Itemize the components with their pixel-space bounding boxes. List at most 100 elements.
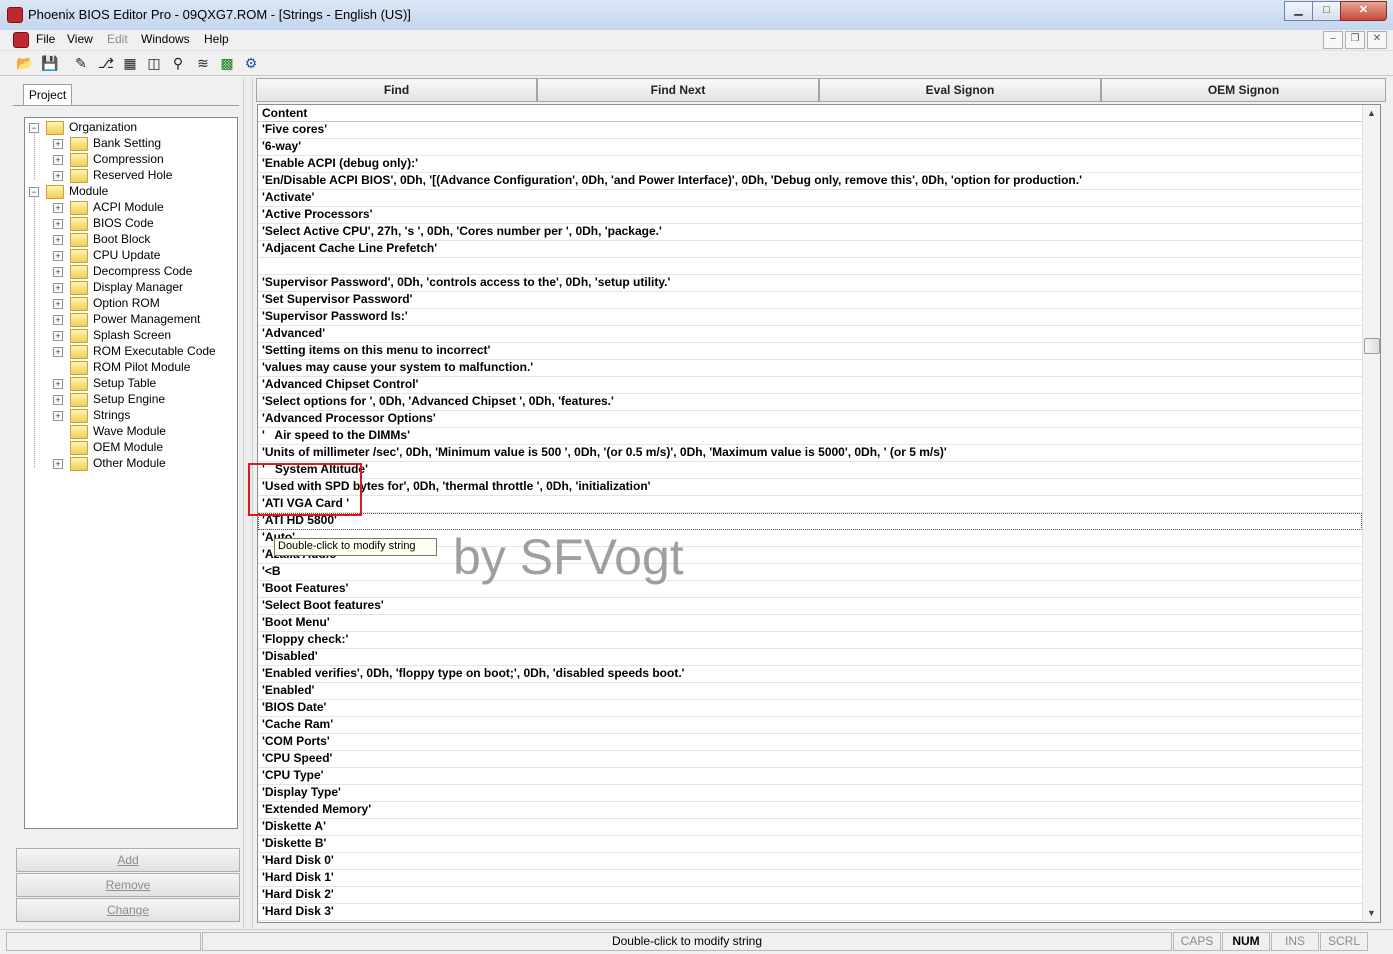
find-button[interactable]: Find	[256, 78, 537, 102]
string-row[interactable]: 'Advanced'	[258, 326, 1362, 343]
string-row[interactable]: 'ATI HD 5800'	[258, 513, 1362, 530]
expand-icon[interactable]: +	[53, 379, 63, 389]
string-row[interactable]: 'Boot Features'	[258, 581, 1362, 598]
document-icon[interactable]	[13, 32, 29, 48]
find-next-button[interactable]: Find Next	[537, 78, 819, 102]
string-row[interactable]: 'Five cores'	[258, 122, 1362, 139]
change-button[interactable]: Change	[16, 898, 240, 922]
remove-button[interactable]: Remove	[16, 873, 240, 897]
module-icon[interactable]: ▦	[120, 53, 140, 73]
menu-windows[interactable]: Windows	[141, 32, 190, 46]
string-row[interactable]: 'BIOS Date'	[258, 700, 1362, 717]
string-row[interactable]: 'Supervisor Password Is:'	[258, 309, 1362, 326]
expand-icon[interactable]: +	[53, 347, 63, 357]
split-panel-icon[interactable]: ◫	[144, 53, 164, 73]
expand-icon[interactable]: +	[53, 315, 63, 325]
string-row[interactable]: '6-way'	[258, 139, 1362, 156]
expand-icon[interactable]: +	[53, 299, 63, 309]
string-row[interactable]: 'Select Boot features'	[258, 598, 1362, 615]
app-icon[interactable]	[7, 7, 23, 23]
string-row[interactable]: '<B	[258, 564, 1362, 581]
string-row[interactable]: 'En/Disable ACPI BIOS', 0Dh, '[(Advance …	[258, 173, 1362, 190]
string-row[interactable]: ' Air speed to the DIMMs'	[258, 428, 1362, 445]
minimize-button[interactable]: ▁	[1284, 1, 1313, 21]
tab-project[interactable]: Project	[23, 84, 72, 106]
expand-icon[interactable]: +	[53, 267, 63, 277]
string-row[interactable]: 'Boot Menu'	[258, 615, 1362, 632]
string-row[interactable]: 'Advanced Chipset Control'	[258, 377, 1362, 394]
tree-structure-icon[interactable]: ⎇	[96, 53, 116, 73]
string-row[interactable]: 'Select Active CPU', 27h, 's ', 0Dh, 'Co…	[258, 224, 1362, 241]
save-icon[interactable]: 💾	[40, 53, 60, 73]
expand-icon[interactable]: +	[53, 283, 63, 293]
expand-icon[interactable]: +	[53, 219, 63, 229]
oem-signon-button[interactable]: OEM Signon	[1101, 78, 1386, 102]
string-row[interactable]: 'Hard Disk 1'	[258, 870, 1362, 887]
mdi-restore-button[interactable]: ❐	[1345, 31, 1365, 49]
mdi-close-button[interactable]: ✕	[1367, 31, 1387, 49]
expand-icon[interactable]: +	[53, 139, 63, 149]
expand-icon[interactable]: +	[53, 203, 63, 213]
vertical-scrollbar[interactable]: ▲ ▼	[1362, 105, 1380, 922]
build-icon[interactable]: ⚙	[241, 53, 261, 73]
string-row[interactable]: 'Hard Disk 0'	[258, 853, 1362, 870]
menu-file[interactable]: File	[36, 32, 55, 46]
string-row[interactable]: 'Hard Disk 4'	[258, 921, 1362, 922]
expand-icon[interactable]: +	[53, 251, 63, 261]
mdi-minimize-button[interactable]: –	[1323, 31, 1343, 49]
expand-icon[interactable]: +	[53, 171, 63, 181]
string-row[interactable]: 'Disabled'	[258, 649, 1362, 666]
open-folder-icon[interactable]: 📂	[15, 53, 35, 73]
scroll-down-icon[interactable]: ▼	[1363, 905, 1380, 922]
stamp-icon[interactable]: ✎	[71, 53, 91, 73]
string-row[interactable]: 'Setting items on this menu to incorrect…	[258, 343, 1362, 360]
expand-icon[interactable]: +	[53, 411, 63, 421]
string-row[interactable]: 'values may cause your system to malfunc…	[258, 360, 1362, 377]
string-row[interactable]: 'Adjacent Cache Line Prefetch'	[258, 241, 1362, 258]
string-row[interactable]: 'Floppy check:'	[258, 632, 1362, 649]
string-row[interactable]: 'COM Ports'	[258, 734, 1362, 751]
string-row[interactable]: 'Hard Disk 3'	[258, 904, 1362, 921]
string-row[interactable]: 'Enable ACPI (debug only):'	[258, 156, 1362, 173]
menu-view[interactable]: View	[67, 32, 93, 46]
string-row[interactable]: 'CPU Type'	[258, 768, 1362, 785]
string-row[interactable]: 'Supervisor Password', 0Dh, 'controls ac…	[258, 275, 1362, 292]
close-button[interactable]: ✕	[1340, 1, 1387, 21]
string-row[interactable]: 'Cache Ram'	[258, 717, 1362, 734]
scroll-thumb[interactable]	[1364, 338, 1380, 354]
string-row[interactable]: 'Diskette A'	[258, 819, 1362, 836]
string-row[interactable]: 'Active Processors'	[258, 207, 1362, 224]
expand-icon[interactable]: +	[53, 395, 63, 405]
string-row[interactable]: 'Units of millimeter /sec', 0Dh, 'Minimu…	[258, 445, 1362, 462]
string-row[interactable]: 'Advanced Processor Options'	[258, 411, 1362, 428]
eval-signon-button[interactable]: Eval Signon	[819, 78, 1101, 102]
expand-icon[interactable]: +	[53, 235, 63, 245]
maximize-button[interactable]: □	[1312, 1, 1341, 21]
expand-icon[interactable]: +	[53, 459, 63, 469]
string-row[interactable]: 'Enabled verifies', 0Dh, 'floppy type on…	[258, 666, 1362, 683]
expand-icon[interactable]: +	[53, 331, 63, 341]
string-row[interactable]: 'ATI VGA Card '	[258, 496, 1362, 513]
string-row[interactable]: 'Extended Memory'	[258, 802, 1362, 819]
search-icon[interactable]: ⚲	[168, 53, 188, 73]
waveform-icon[interactable]: ≋	[193, 53, 213, 73]
string-row[interactable]: ' System Altitude'	[258, 462, 1362, 479]
string-row[interactable]: 'Set Supervisor Password'	[258, 292, 1362, 309]
menu-edit[interactable]: Edit	[107, 32, 128, 46]
monitor-icon[interactable]: ▩	[217, 53, 237, 73]
string-row[interactable]: 'CPU Speed'	[258, 751, 1362, 768]
menu-help[interactable]: Help	[204, 32, 229, 46]
string-row[interactable]: 'Enabled'	[258, 683, 1362, 700]
string-row[interactable]: 'Select options for ', 0Dh, 'Advanced Ch…	[258, 394, 1362, 411]
string-row[interactable]: 'Hard Disk 2'	[258, 887, 1362, 904]
string-row[interactable]	[258, 258, 1362, 275]
string-row[interactable]: 'Activate'	[258, 190, 1362, 207]
column-header-content[interactable]: Content	[258, 105, 1366, 122]
expand-icon[interactable]: +	[53, 155, 63, 165]
scroll-up-icon[interactable]: ▲	[1363, 105, 1380, 122]
string-row[interactable]: 'Display Type'	[258, 785, 1362, 802]
project-tree[interactable]: − Organization + Bank Setting + Compression + R…	[24, 117, 238, 829]
add-button[interactable]: Add	[16, 848, 240, 872]
string-row[interactable]: 'Diskette B'	[258, 836, 1362, 853]
string-row[interactable]: 'Used with SPD bytes for', 0Dh, 'thermal…	[258, 479, 1362, 496]
